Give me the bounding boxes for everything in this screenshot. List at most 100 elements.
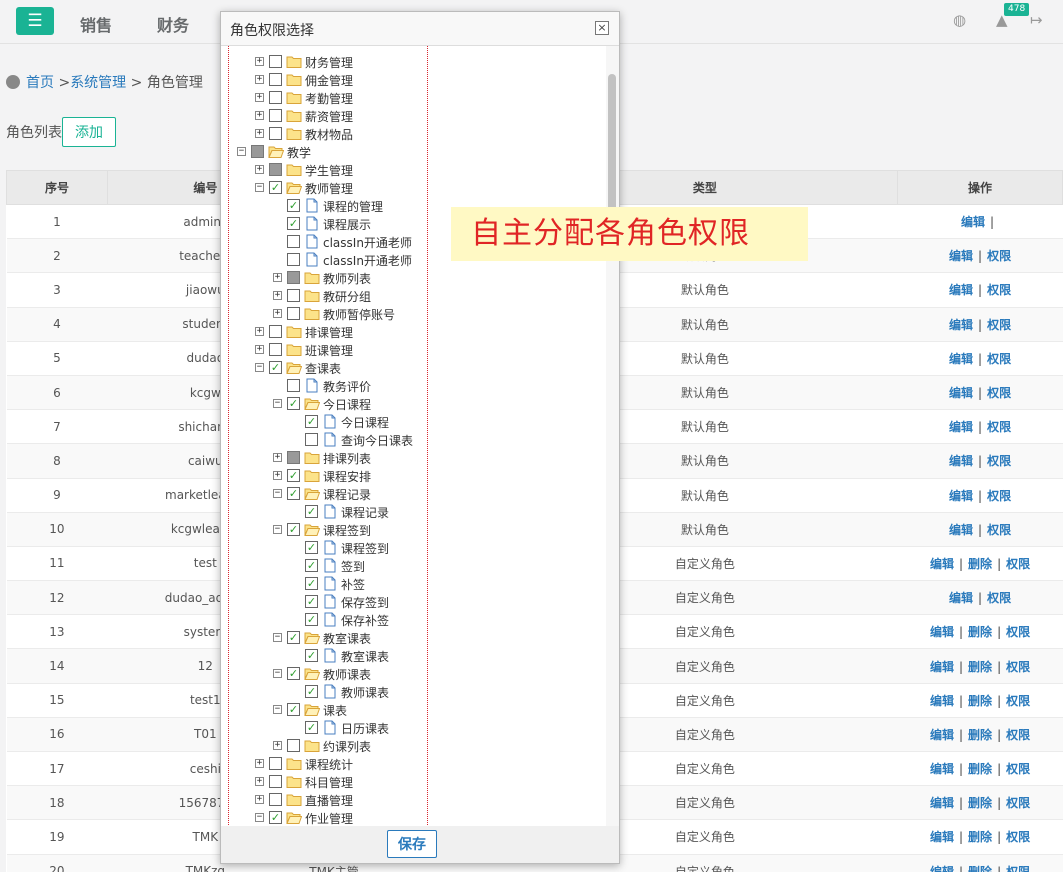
op-link[interactable]: 权限 bbox=[987, 386, 1011, 400]
op-link[interactable]: 权限 bbox=[987, 283, 1011, 297]
cell-no: 17 bbox=[6, 751, 108, 787]
op-link[interactable]: 删除 bbox=[968, 557, 992, 571]
cell-no: 8 bbox=[6, 443, 108, 479]
op-link[interactable]: 权限 bbox=[1006, 830, 1030, 844]
op-link[interactable]: 权限 bbox=[1006, 694, 1030, 708]
cell-no: 2 bbox=[6, 238, 108, 274]
op-link[interactable]: 删除 bbox=[968, 762, 992, 776]
cell-ops: 编辑 | 删除 | 权限 bbox=[897, 683, 1063, 718]
cell-ops: 编辑 | 权限 bbox=[897, 409, 1063, 445]
op-link[interactable]: 编辑 bbox=[930, 660, 954, 674]
op-link[interactable]: 权限 bbox=[987, 591, 1011, 605]
callout-annotation: 自主分配各角色权限 bbox=[451, 207, 808, 261]
op-link[interactable]: 编辑 bbox=[949, 523, 973, 537]
cell-no: 10 bbox=[6, 512, 108, 547]
op-separator: | bbox=[997, 727, 1002, 742]
op-link[interactable]: 编辑 bbox=[949, 420, 973, 434]
op-link[interactable]: 删除 bbox=[968, 830, 992, 844]
op-link[interactable]: 编辑 bbox=[949, 454, 973, 468]
op-link[interactable]: 编辑 bbox=[961, 215, 985, 229]
op-link[interactable]: 权限 bbox=[1006, 762, 1030, 776]
op-link[interactable]: 编辑 bbox=[930, 728, 954, 742]
cell-ops: 编辑 | 权限 bbox=[897, 512, 1063, 547]
op-link[interactable]: 编辑 bbox=[949, 352, 973, 366]
cell-ops: 编辑 | 权限 bbox=[897, 375, 1063, 411]
cell-no: 13 bbox=[6, 614, 108, 650]
cell-no: 7 bbox=[6, 409, 108, 445]
cell-ops: 编辑 | 删除 | 权限 bbox=[897, 751, 1063, 787]
help-icon[interactable]: ◍ bbox=[953, 11, 966, 29]
op-separator: | bbox=[959, 625, 964, 640]
op-link[interactable]: 编辑 bbox=[930, 762, 954, 776]
nav-sales[interactable]: 销售 bbox=[80, 12, 112, 36]
breadcrumb-separator: > bbox=[54, 75, 71, 91]
op-link[interactable]: 权限 bbox=[1006, 865, 1030, 872]
op-link[interactable]: 编辑 bbox=[949, 283, 973, 297]
op-link[interactable]: 编辑 bbox=[949, 386, 973, 400]
op-link[interactable]: 权限 bbox=[987, 523, 1011, 537]
op-link[interactable]: 删除 bbox=[968, 796, 992, 810]
cell-no: 16 bbox=[6, 717, 108, 753]
cell-no: 3 bbox=[6, 272, 108, 308]
op-link[interactable]: 权限 bbox=[987, 352, 1011, 366]
add-button[interactable]: 添加 bbox=[62, 117, 116, 147]
col-header-no: 序号 bbox=[6, 170, 108, 205]
op-separator: | bbox=[997, 864, 1002, 872]
op-separator: | bbox=[959, 659, 964, 674]
op-separator: | bbox=[959, 864, 964, 872]
op-link[interactable]: 删除 bbox=[968, 728, 992, 742]
op-separator: | bbox=[959, 762, 964, 777]
vertical-scrollbar[interactable] bbox=[606, 46, 619, 826]
modal-title: 角色权限选择 bbox=[230, 23, 314, 39]
op-link[interactable]: 删除 bbox=[968, 865, 992, 872]
op-link[interactable]: 编辑 bbox=[930, 796, 954, 810]
nav-finance[interactable]: 财务 bbox=[157, 12, 189, 36]
op-separator: | bbox=[978, 351, 983, 366]
op-link[interactable]: 编辑 bbox=[930, 865, 954, 872]
op-link[interactable]: 编辑 bbox=[930, 830, 954, 844]
location-pin-icon bbox=[6, 75, 20, 89]
cell-ops: 编辑 | 删除 | 权限 bbox=[897, 648, 1063, 684]
op-separator: | bbox=[978, 420, 983, 435]
op-link[interactable]: 权限 bbox=[1006, 660, 1030, 674]
modal-header: 角色权限选择 × bbox=[221, 12, 619, 46]
op-separator: | bbox=[997, 625, 1002, 640]
breadcrumb-home[interactable]: 首页 bbox=[26, 75, 54, 91]
menu-toggle-button[interactable]: ☰ bbox=[16, 7, 54, 35]
op-link[interactable]: 删除 bbox=[968, 625, 992, 639]
cell-no: 12 bbox=[6, 580, 108, 616]
modal-footer: 保存 bbox=[221, 826, 619, 863]
cell-no: 14 bbox=[6, 648, 108, 684]
op-link[interactable]: 编辑 bbox=[930, 694, 954, 708]
op-link[interactable]: 删除 bbox=[968, 660, 992, 674]
op-link[interactable]: 编辑 bbox=[949, 249, 973, 263]
op-link[interactable]: 编辑 bbox=[949, 591, 973, 605]
op-link[interactable]: 权限 bbox=[987, 249, 1011, 263]
op-separator: | bbox=[978, 317, 983, 332]
highlight-box bbox=[228, 46, 428, 826]
close-icon[interactable]: × bbox=[595, 21, 609, 35]
op-link[interactable]: 权限 bbox=[987, 489, 1011, 503]
op-separator: | bbox=[997, 659, 1002, 674]
op-link[interactable]: 权限 bbox=[1006, 796, 1030, 810]
op-link[interactable]: 编辑 bbox=[949, 489, 973, 503]
op-link[interactable]: 编辑 bbox=[930, 557, 954, 571]
save-button[interactable]: 保存 bbox=[387, 830, 437, 858]
op-link[interactable]: 编辑 bbox=[949, 318, 973, 332]
breadcrumb-system[interactable]: 系统管理 bbox=[70, 75, 126, 91]
op-link[interactable]: 权限 bbox=[987, 318, 1011, 332]
op-link[interactable]: 权限 bbox=[1006, 625, 1030, 639]
op-link[interactable]: 权限 bbox=[1006, 557, 1030, 571]
cell-ops: 编辑 | 权限 bbox=[897, 272, 1063, 308]
cell-ops: 编辑 | bbox=[897, 204, 1063, 240]
cell-no: 1 bbox=[6, 204, 108, 240]
col-header-ops: 操作 bbox=[897, 170, 1063, 205]
op-link[interactable]: 权限 bbox=[1006, 728, 1030, 742]
cell-ops: 编辑 | 删除 | 权限 bbox=[897, 717, 1063, 753]
op-link[interactable]: 权限 bbox=[987, 454, 1011, 468]
op-link[interactable]: 编辑 bbox=[930, 625, 954, 639]
op-link[interactable]: 删除 bbox=[968, 694, 992, 708]
list-title: 角色列表 bbox=[6, 125, 62, 141]
op-link[interactable]: 权限 bbox=[987, 420, 1011, 434]
logout-icon[interactable]: ↦ bbox=[1030, 11, 1043, 29]
